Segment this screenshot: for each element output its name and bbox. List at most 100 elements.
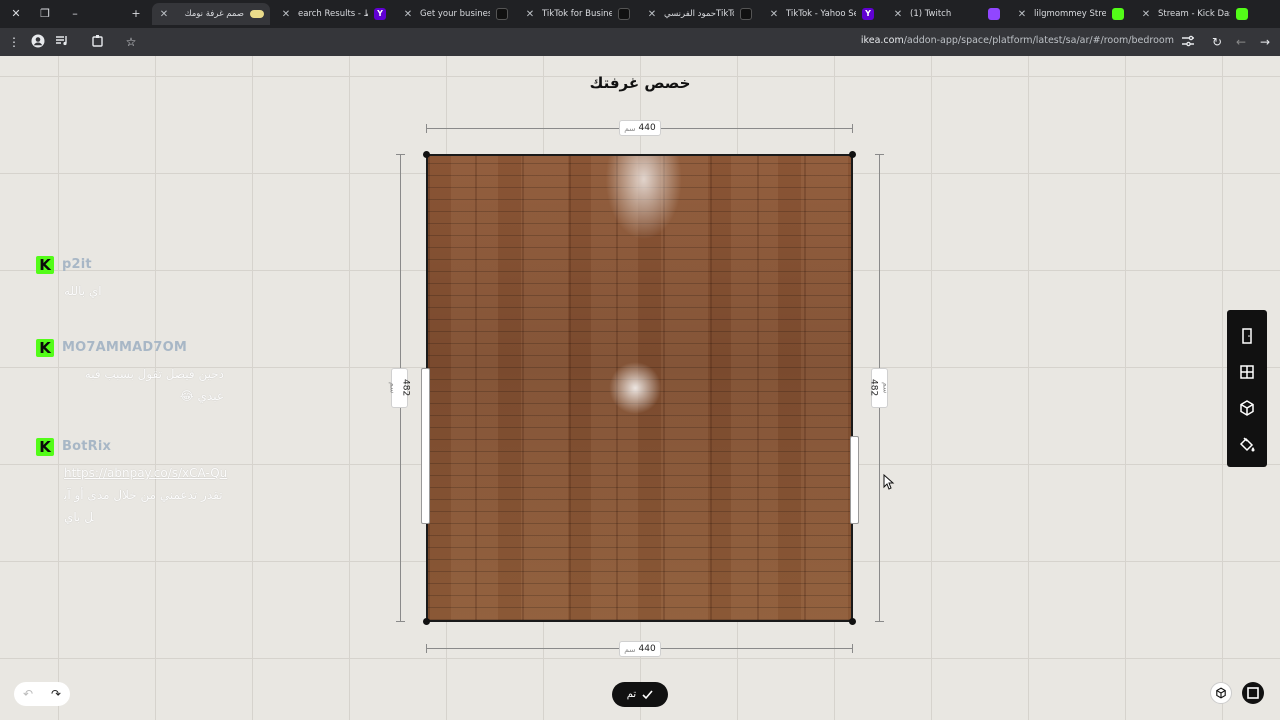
tab-yahoo-search[interactable]: ✕ earch Results - ايكياط Y [274, 3, 392, 25]
tab-tiktok-business-2[interactable]: ✕ TikTok for Business | [518, 3, 636, 25]
twitch-icon [988, 8, 1000, 20]
tiktok-icon [496, 8, 508, 20]
chat-text: اي بالله [64, 284, 102, 298]
chat-username: BotRix [62, 439, 112, 454]
close-tab-icon[interactable]: ✕ [280, 9, 292, 20]
tab-tiktok-business-1[interactable]: ✕ Get your business di [396, 3, 514, 25]
cube-icon [1216, 687, 1226, 699]
square-icon [1247, 687, 1259, 699]
dimension-unit: سم [388, 382, 398, 394]
tab-kick-dashboard[interactable]: ✕ Stream - Kick Dashbo [1134, 3, 1254, 25]
kick-icon: K [36, 438, 54, 456]
redo-icon[interactable]: ↷ [46, 687, 66, 701]
dimension-value: 482 [868, 379, 879, 397]
chat-text: https://abnpay.co/s/xCA-Qu تقدر تدعمني م… [64, 462, 229, 528]
page-title: خصص غرفتك [589, 74, 691, 92]
url-path: /addon-app/space/platform/latest/sa/ar/#… [903, 35, 1174, 46]
window-icon[interactable] [1237, 362, 1257, 382]
tab-title: صمم غرفة نومك [184, 9, 244, 19]
tab-title: lilgmommey Stream [1034, 9, 1106, 19]
extensions-icon[interactable] [90, 34, 106, 50]
chat-text: دحين فيصل تقول بسبب قبه عبدي 😂 [84, 367, 224, 403]
room-floor[interactable] [426, 154, 853, 622]
forward-icon[interactable]: ← [1233, 34, 1249, 50]
close-tab-icon[interactable]: ✕ [158, 9, 170, 20]
door-icon[interactable] [1237, 326, 1257, 346]
room-tools-panel [1227, 310, 1267, 467]
chat-username: MO7AMMAD7OM [62, 340, 188, 355]
yahoo-icon: Y [862, 8, 874, 20]
restore-window-icon[interactable]: ❐ [37, 6, 53, 22]
close-tab-icon[interactable]: ✕ [646, 9, 658, 20]
view-2d-button[interactable] [1242, 682, 1264, 704]
height-dimension-label-left[interactable]: 482 سم [388, 368, 411, 408]
close-tab-icon[interactable]: ✕ [1140, 9, 1152, 20]
close-tab-icon[interactable]: ✕ [768, 9, 780, 20]
tab-yahoo-tiktok[interactable]: ✕ TikTok - Yahoo Searc Y [762, 3, 880, 25]
checkmark-icon [642, 690, 653, 700]
tiktok-icon [740, 8, 752, 20]
height-dimension-label-right[interactable]: سم 482 [868, 368, 891, 408]
kick-icon [1236, 8, 1248, 20]
profile-icon[interactable] [30, 34, 46, 50]
site-settings-icon[interactable] [1180, 34, 1196, 50]
left-wall-resize-handle[interactable] [421, 368, 430, 524]
tab-title: TikTok for Business | [542, 9, 612, 19]
close-tab-icon[interactable]: ✕ [524, 9, 536, 20]
room-corner-handle[interactable] [849, 151, 856, 158]
reload-icon[interactable]: ↻ [1209, 34, 1225, 50]
right-wall-resize-handle[interactable] [850, 436, 859, 524]
kick-icon: K [36, 339, 54, 357]
new-tab-icon[interactable]: + [128, 6, 144, 22]
dimension-value: 440 [638, 644, 656, 654]
back-icon[interactable]: → [1257, 34, 1273, 50]
close-tab-icon[interactable]: ✕ [402, 9, 414, 20]
room-corner-handle[interactable] [849, 618, 856, 625]
mouse-cursor-icon [883, 474, 895, 490]
browser-tab-strip: ✕ ❐ – + ✕ صمم غرفة نومك ✕ earch Results … [0, 0, 1280, 28]
undo-redo-group: ↶ ↷ [14, 682, 70, 706]
width-dimension-label-bottom[interactable]: سم 440 [619, 641, 661, 657]
playlist-icon[interactable] [54, 34, 70, 50]
tab-twitch[interactable]: ✕ (1) Twitch [886, 3, 1006, 25]
room-corner-handle[interactable] [423, 618, 430, 625]
tab-title: حمود الفرنسيTikTok | [664, 9, 734, 19]
dimension-value: 482 [400, 379, 411, 397]
room-planner-canvas[interactable]: خصص غرفتك سم 440 سم 440 482 سم سم 482 K … [0, 56, 1280, 720]
tab-tiktok-profile[interactable]: ✕ حمود الفرنسيTikTok | [640, 3, 758, 25]
dimension-unit: سم [624, 644, 636, 654]
tab-title: Stream - Kick Dashbo [1158, 9, 1230, 19]
done-button[interactable]: تم [612, 682, 668, 707]
chat-text-body: تقدر تدعمني من خلال مدى أو آبل باي [64, 488, 223, 524]
close-tab-icon[interactable]: ✕ [892, 9, 904, 20]
browser-toolbar: ⋮ ☆ ikea.com/addon-app/space/platform/la… [0, 28, 1280, 56]
chat-username: p2it [62, 257, 92, 272]
kick-icon: K [36, 256, 54, 274]
url-domain: ikea.com [860, 35, 904, 46]
bookmark-star-icon[interactable]: ☆ [123, 34, 139, 50]
tab-title: (1) Twitch [910, 9, 952, 19]
tiktok-icon [618, 8, 630, 20]
undo-icon[interactable]: ↶ [18, 687, 38, 701]
menu-icon[interactable]: ⋮ [6, 34, 22, 50]
dimension-unit: سم [624, 123, 636, 133]
furniture-cube-icon[interactable] [1237, 398, 1257, 418]
minimize-window-icon[interactable]: – [67, 6, 83, 22]
close-window-icon[interactable]: ✕ [8, 6, 24, 22]
dimension-value: 440 [638, 123, 656, 133]
tab-title: Get your business di [420, 9, 490, 19]
room-corner-handle[interactable] [423, 151, 430, 158]
paint-bucket-icon[interactable] [1237, 434, 1257, 454]
tab-ikea-bedroom[interactable]: ✕ صمم غرفة نومك [152, 3, 270, 25]
chat-link[interactable]: https://abnpay.co/s/xCA-Qu [64, 466, 227, 480]
kick-icon [1112, 8, 1124, 20]
view-3d-button[interactable] [1210, 682, 1232, 704]
dimension-unit: سم [881, 382, 891, 394]
yahoo-icon: Y [374, 8, 386, 20]
tab-title: TikTok - Yahoo Searc [786, 9, 856, 19]
width-dimension-label-top[interactable]: سم 440 [619, 120, 661, 136]
tab-title: earch Results - ايكياط [298, 9, 368, 19]
tab-lilgmommey-stream[interactable]: ✕ lilgmommey Stream [1010, 3, 1130, 25]
address-bar[interactable]: ikea.com/addon-app/space/platform/latest… [861, 35, 1174, 46]
close-tab-icon[interactable]: ✕ [1016, 9, 1028, 20]
